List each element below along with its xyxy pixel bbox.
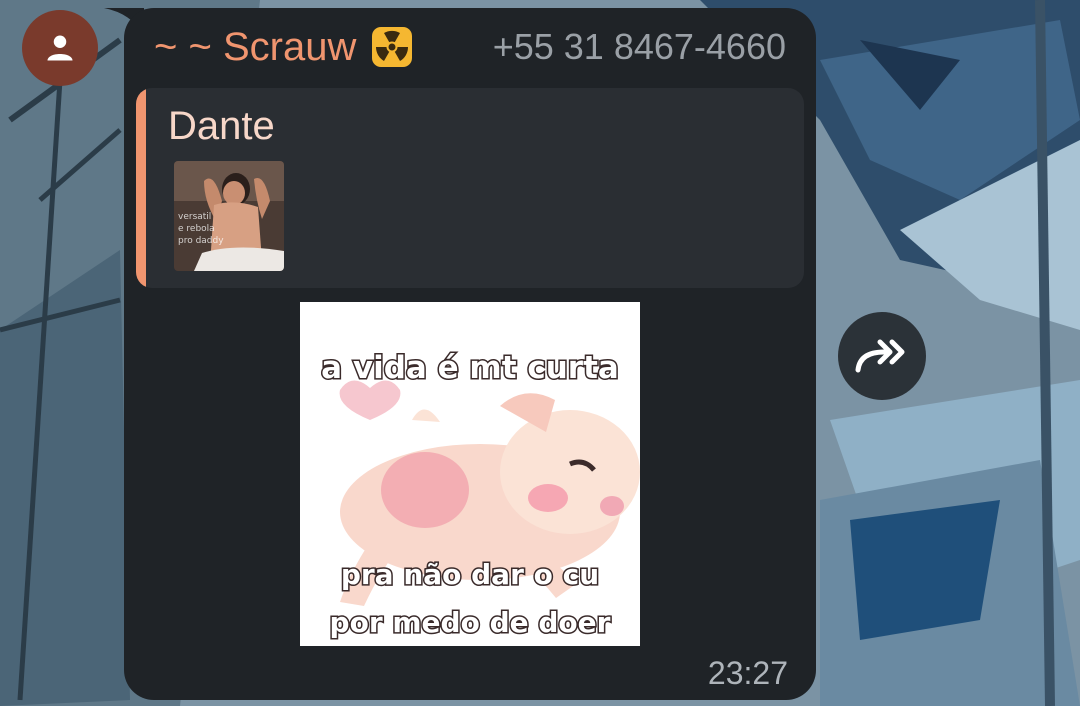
sender-name[interactable]: ~ ~ Scrauw [154,25,356,70]
message-header: ~ ~ Scrauw +55 31 8467-4660 [154,22,786,72]
thumbnail-caption-line2: e rebola [178,224,215,234]
radioactive-icon [370,25,414,69]
sender-avatar[interactable] [22,10,98,86]
forward-arrow-icon [855,339,905,373]
sticker-bottom-line2: por medo de doer [328,605,612,641]
person-icon [47,35,73,61]
thumbnail-caption-line1: versatil [178,212,211,222]
sticker-image[interactable]: a vida é mt curta pra não dar o cu por m… [300,302,640,646]
reply-quote-bar [136,88,146,288]
sticker-bottom-line1: pra não dar o cu [339,557,600,593]
sticker-top-text: a vida é mt curta [320,349,621,388]
message-bubble[interactable]: ~ ~ Scrauw +55 31 8467-4660 Dante versat… [124,8,816,700]
thumbnail-caption-line3: pro daddy [178,236,224,246]
reply-quote[interactable]: Dante versatil e rebola pro daddy [136,88,804,288]
reply-author: Dante [168,104,275,148]
reply-thumbnail: versatil e rebola pro daddy [174,161,284,271]
message-time: 23:27 [707,655,788,691]
forward-button[interactable] [838,312,926,400]
sender-phone: +55 31 8467-4660 [492,26,786,67]
